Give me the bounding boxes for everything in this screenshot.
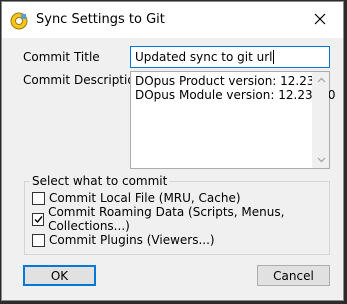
description-scrollbar[interactable]	[312, 72, 329, 168]
text-caret	[273, 50, 275, 64]
checkmark-icon	[34, 215, 43, 223]
dopus-icon	[10, 12, 28, 30]
commit-local-file-checkbox[interactable]: Commit Local File (MRU, Cache)	[32, 190, 241, 206]
checkbox-checked[interactable]	[32, 212, 45, 226]
commit-description-textarea[interactable]: DOpus Product version: 12.23 DOpus Modul…	[130, 71, 336, 169]
scroll-up-arrow-icon[interactable]	[313, 72, 329, 88]
commit-roaming-data-checkbox[interactable]: Commit Roaming Data (Scripts, Menus, Col…	[32, 205, 343, 233]
sync-settings-dialog: Sync Settings to Git Commit Title Update…	[1, 1, 344, 301]
cancel-button[interactable]: Cancel	[257, 265, 330, 286]
checkbox-unchecked[interactable]	[32, 233, 45, 247]
checkbox-label: Commit Local File (MRU, Cache)	[49, 191, 241, 205]
close-icon	[314, 13, 326, 28]
commit-description-label: Commit Description	[23, 73, 143, 87]
scroll-down-arrow-icon[interactable]	[313, 152, 329, 168]
checkbox-unchecked[interactable]	[32, 191, 45, 205]
window-title: Sync Settings to Git	[36, 12, 165, 27]
title-bar: Sync Settings to Git	[2, 2, 343, 38]
checkbox-label: Commit Roaming Data (Scripts, Menus, Col…	[48, 205, 285, 233]
commit-plugins-checkbox[interactable]: Commit Plugins (Viewers...)	[32, 232, 215, 248]
commit-options-group-label: Select what to commit	[30, 174, 170, 188]
commit-title-label: Commit Title	[23, 50, 100, 64]
commit-description-value: DOpus Product version: 12.23 DOpus Modul…	[135, 74, 336, 102]
ok-button[interactable]: OK	[23, 265, 96, 286]
commit-title-input[interactable]: Updated sync to git url	[130, 46, 330, 68]
checkbox-label: Commit Plugins (Viewers...)	[49, 233, 215, 247]
close-button[interactable]	[297, 2, 343, 38]
commit-title-value: Updated sync to git url	[135, 50, 273, 64]
